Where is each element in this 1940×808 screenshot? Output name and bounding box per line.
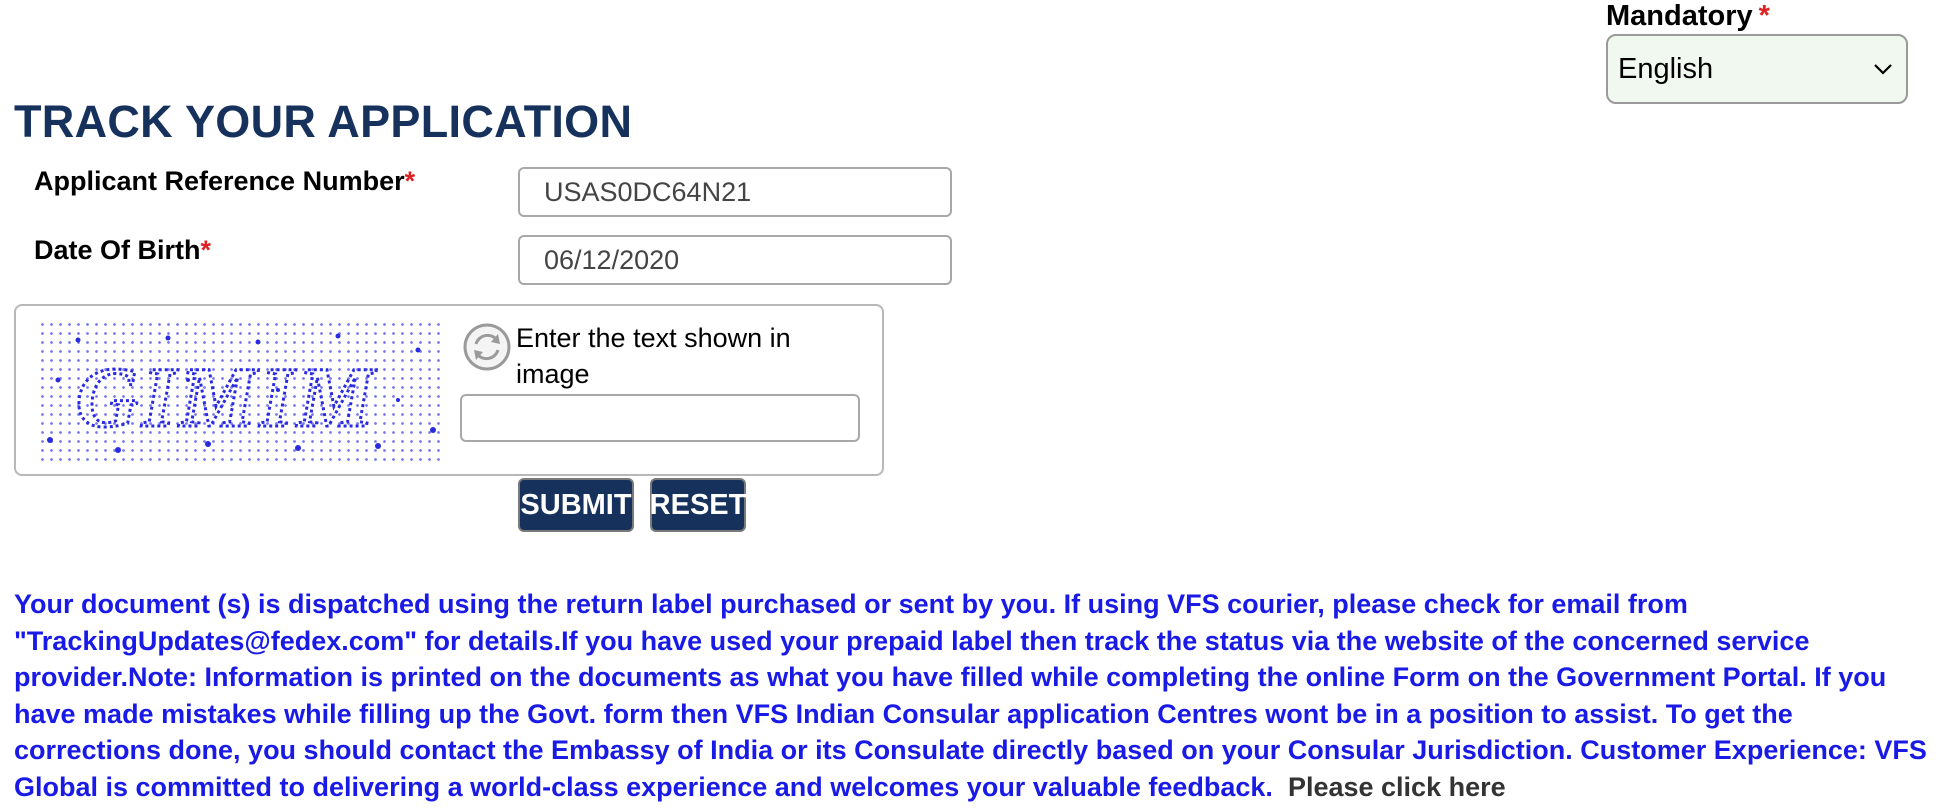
mandatory-label: Mandatory * — [1606, 0, 1770, 32]
required-marker: * — [404, 166, 416, 196]
reset-button[interactable]: RESET — [650, 478, 746, 532]
date-of-birth-label: Date Of Birth* — [34, 235, 211, 266]
captcha-prompt: Enter the text shown in image — [516, 323, 791, 389]
reference-number-input[interactable]: USAS0DC64N21 — [518, 167, 952, 217]
captcha-text: GIMIM — [76, 349, 378, 445]
language-select-value: English — [1618, 52, 1714, 85]
language-block: Mandatory * English — [1606, 0, 1908, 104]
captcha-panel: GIMIM Enter the text shown in image — [14, 304, 884, 476]
reference-number-value: USAS0DC64N21 — [544, 176, 752, 207]
captcha-image: GIMIM — [38, 320, 442, 462]
reference-number-label: Applicant Reference Number* — [34, 166, 415, 197]
date-of-birth-label-text: Date Of Birth — [34, 235, 201, 265]
date-of-birth-input[interactable]: 06/12/2020 — [518, 235, 952, 285]
required-marker: * — [200, 235, 212, 265]
page-title: TRACK YOUR APPLICATION — [14, 96, 633, 147]
mandatory-label-text: Mandatory — [1606, 0, 1753, 32]
captcha-noise: GIMIM — [47, 333, 436, 453]
refresh-icon[interactable] — [462, 322, 512, 372]
reference-number-label-text: Applicant Reference Number — [34, 166, 405, 196]
required-marker: * — [1758, 0, 1770, 32]
captcha-input[interactable] — [460, 394, 860, 442]
feedback-prefix: Please click — [1287, 771, 1442, 802]
dispatch-notice: Your document (s) is dispatched using th… — [14, 586, 1934, 805]
submit-button[interactable]: SUBMIT — [518, 478, 634, 532]
language-select[interactable]: English — [1606, 34, 1908, 104]
feedback-link[interactable]: here — [1449, 772, 1506, 802]
dispatch-notice-text: Your document (s) is dispatched using th… — [14, 589, 1927, 802]
chevron-down-icon — [1874, 64, 1892, 75]
date-of-birth-value: 06/12/2020 — [544, 244, 680, 275]
